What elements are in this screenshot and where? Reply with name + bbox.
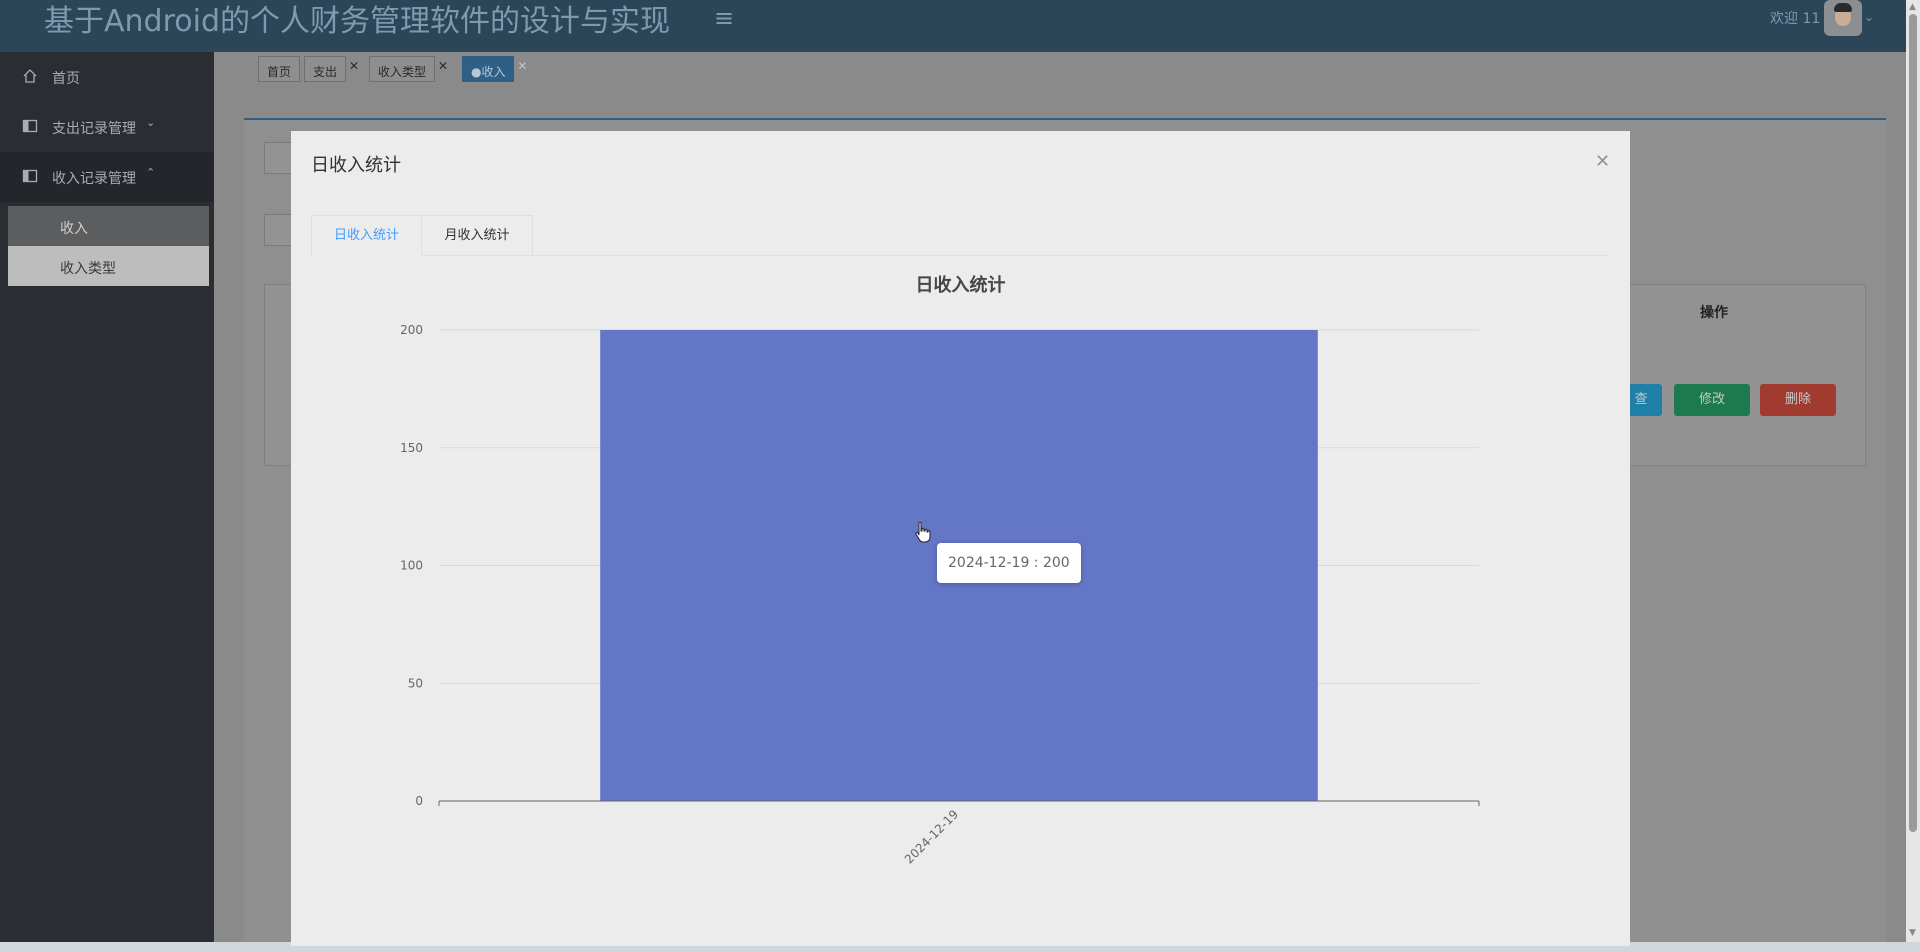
edit-button[interactable]: 修改 bbox=[1674, 384, 1750, 416]
sidebar-item-expense-records[interactable]: 支出记录管理 ⌄ bbox=[0, 102, 214, 152]
page-tab-label: 首页 bbox=[267, 65, 292, 79]
scroll-down-icon[interactable]: ▼ bbox=[1909, 928, 1916, 938]
top-header: 基于Android的个人财务管理软件的设计与实现 ≡ 欢迎 11 ⌄ bbox=[0, 0, 1906, 52]
avatar-hair bbox=[1834, 3, 1852, 12]
home-icon bbox=[23, 69, 37, 83]
add-button[interactable] bbox=[264, 214, 294, 246]
close-icon[interactable]: ✕ bbox=[517, 59, 527, 73]
vertical-scrollbar[interactable]: ▲ ▼ bbox=[1906, 0, 1920, 942]
x-tick-label: 2024-12-19 bbox=[902, 807, 961, 866]
welcome-text: 欢迎 11 bbox=[1770, 11, 1821, 27]
chart-tooltip: 2024-12-19 : 200 bbox=[937, 543, 1081, 583]
page-tab-home[interactable]: 首页 bbox=[258, 56, 301, 82]
page-tab-income[interactable]: ●收入 ✕ bbox=[462, 56, 527, 82]
page-tab-label: 收入类型 bbox=[378, 65, 427, 79]
sidebar-subitem-income[interactable]: 收入 bbox=[8, 206, 209, 246]
panel-icon bbox=[22, 119, 38, 133]
y-tick-label: 100 bbox=[400, 559, 423, 573]
page-tab-label: ●收入 bbox=[471, 65, 506, 79]
chevron-down-icon[interactable]: ⌄ bbox=[1864, 10, 1874, 24]
hand-cursor-icon bbox=[915, 521, 931, 543]
y-tick-label: 50 bbox=[408, 676, 423, 690]
sidebar: 首页 支出记录管理 ⌄ 收入记录管理 ⌃ 收入 收入类型 bbox=[0, 52, 214, 942]
sidebar-item-label: 首页 bbox=[52, 71, 80, 87]
income-bar-chart: 0 50 100 150 200 2024-12-19 bbox=[400, 323, 1480, 866]
close-icon[interactable]: ✕ bbox=[438, 59, 448, 73]
delete-button[interactable]: 删除 bbox=[1760, 384, 1836, 416]
chevron-up-icon: ⌃ bbox=[146, 166, 156, 179]
sidebar-item-label: 支出记录管理 bbox=[52, 121, 136, 137]
y-tick-label: 200 bbox=[400, 323, 423, 337]
sidebar-item-label: 收入记录管理 bbox=[52, 171, 136, 187]
scroll-thumb[interactable] bbox=[1909, 14, 1917, 832]
sidebar-item-home[interactable]: 首页 bbox=[0, 52, 214, 102]
sidebar-subitem-income-type[interactable]: 收入类型 bbox=[8, 246, 209, 286]
table-header-action: 操作 bbox=[1700, 305, 1728, 321]
hamburger-icon[interactable]: ≡ bbox=[714, 6, 734, 30]
income-submenu: 收入 收入类型 bbox=[8, 206, 209, 286]
page-tab-label: 支出 bbox=[313, 65, 338, 79]
scroll-up-icon[interactable]: ▲ bbox=[1909, 2, 1916, 12]
close-icon[interactable]: ✕ bbox=[349, 59, 359, 73]
page-tab-expense[interactable]: 支出 ✕ bbox=[304, 56, 359, 82]
y-tick-label: 150 bbox=[400, 441, 423, 455]
sidebar-item-income-records[interactable]: 收入记录管理 ⌃ bbox=[0, 152, 214, 202]
page-tab-income-type[interactable]: 收入类型 ✕ bbox=[369, 56, 448, 82]
subitem-label: 收入 bbox=[60, 221, 88, 237]
panel-icon bbox=[22, 169, 38, 183]
y-tick-label: 0 bbox=[415, 794, 423, 808]
avatar[interactable] bbox=[1824, 0, 1862, 36]
app-title: 基于Android的个人财务管理软件的设计与实现 bbox=[44, 4, 670, 39]
income-stats-dialog: 日收入统计 ✕ 日收入统计 月收入统计 日收入统计 0 50 100 150 200 20… bbox=[291, 131, 1630, 946]
subitem-label: 收入类型 bbox=[60, 261, 116, 277]
chevron-down-icon: ⌄ bbox=[146, 116, 156, 129]
page-tabs-bar: 首页 支出 ✕ 收入类型 ✕ ●收入 ✕ bbox=[214, 52, 1906, 88]
